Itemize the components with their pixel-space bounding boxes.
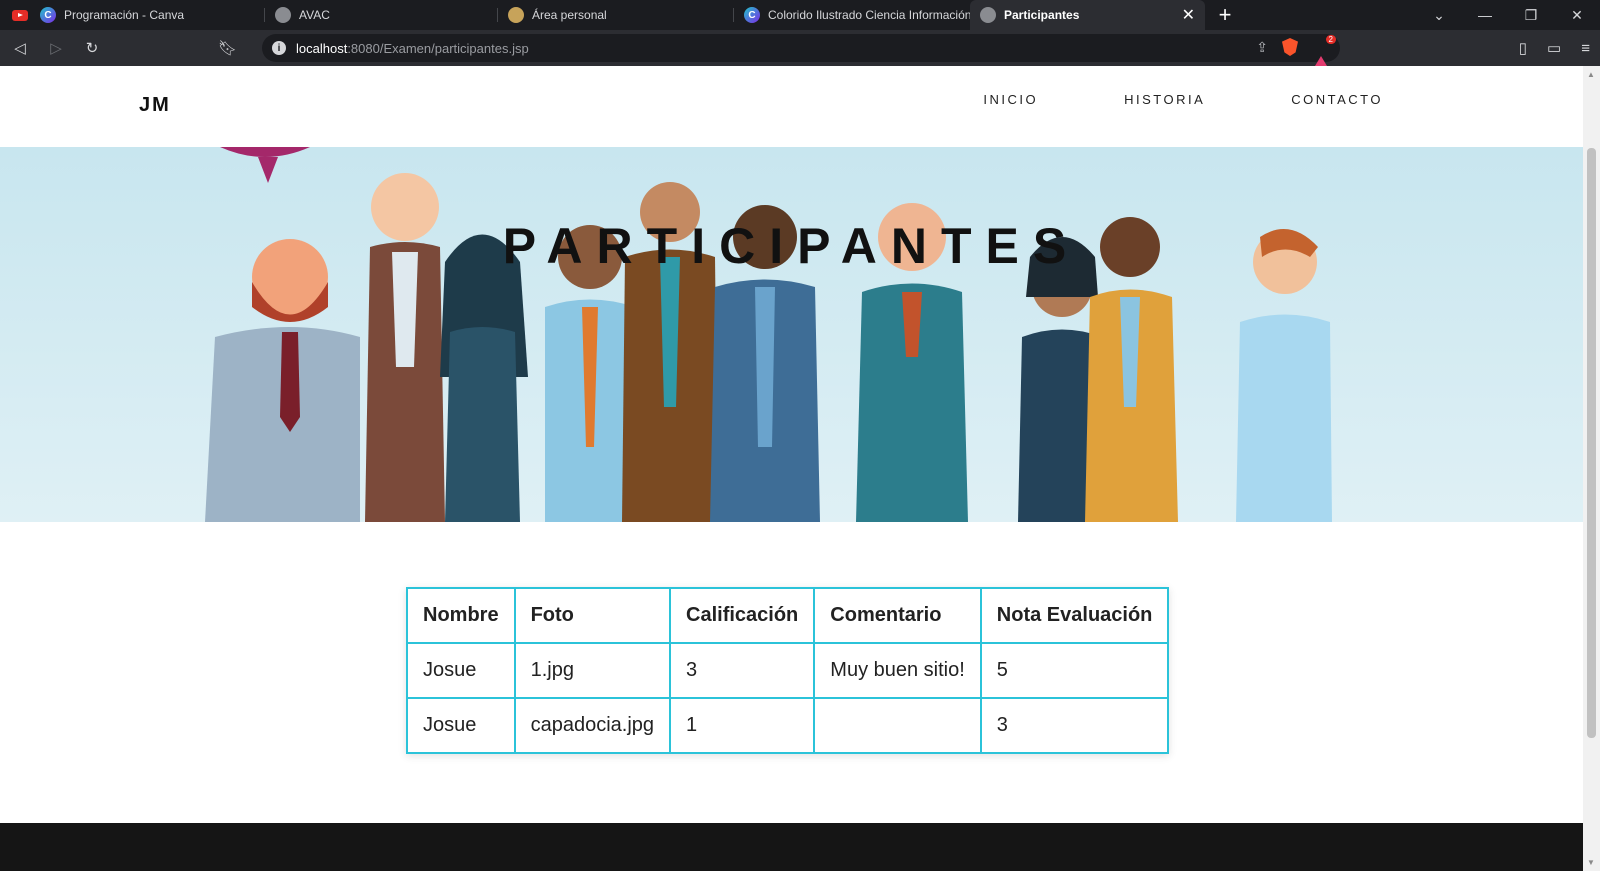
brave-rewards-icon[interactable]: 2 [1312, 35, 1336, 71]
site-footer [0, 823, 1583, 871]
participants-table: Nombre Foto Calificación Comentario Nota… [406, 587, 1170, 754]
table-row: Josue capadocia.jpg 1 3 [406, 697, 1170, 754]
close-window-icon[interactable]: ✕ [1554, 7, 1600, 24]
share-icon[interactable]: ⇪ [1256, 39, 1268, 56]
scrollbar-thumb[interactable] [1587, 148, 1596, 738]
table-row: Josue 1.jpg 3 Muy buen sitio! 5 [406, 642, 1170, 699]
url-host: localhost [296, 40, 348, 56]
column-header-comentario: Comentario [813, 587, 982, 644]
page-scrollbar[interactable]: ▲ ▼ [1583, 66, 1600, 871]
new-tab-button[interactable]: + [1205, 0, 1245, 30]
tab-title: AVAC [299, 8, 330, 22]
nav-contacto[interactable]: CONTACTO [1291, 92, 1383, 107]
tab-title: Programación - Canva [64, 8, 185, 22]
url-actions: ⇪ 2 [1256, 35, 1336, 71]
column-header-calificacion: Calificación [669, 587, 816, 644]
minimize-icon[interactable]: — [1462, 7, 1508, 23]
page-title: PARTICIPANTES [502, 218, 1081, 274]
site-header: JM INICIO HISTORIA CONTACTO [0, 66, 1583, 147]
cell-nombre: Josue [406, 642, 516, 699]
table-header-row: Nombre Foto Calificación Comentario Nota… [406, 587, 1170, 644]
cell-calificacion: 1 [669, 697, 816, 754]
tab-strip: C Programación - Canva AVAC Área persona… [0, 0, 1245, 30]
youtube-pinned-tab[interactable] [10, 0, 30, 30]
person-3 [440, 234, 528, 522]
tab-avac[interactable]: AVAC [265, 0, 498, 30]
globe-icon [275, 7, 291, 23]
tab-title: Área personal [532, 8, 607, 22]
cell-nota-evaluacion: 3 [979, 697, 1170, 754]
rewards-badge: 2 [1325, 35, 1336, 44]
tab-title: Colorido Ilustrado Ciencia Información [768, 8, 970, 22]
canva-icon: C [744, 7, 760, 23]
scroll-up-icon[interactable]: ▲ [1587, 70, 1595, 79]
scroll-down-icon[interactable]: ▼ [1587, 858, 1595, 867]
column-header-nota-evaluacion: Nota Evaluación [979, 587, 1170, 644]
tab-participantes[interactable]: Participantes ✕ [970, 0, 1205, 30]
reload-icon[interactable]: ↻ [76, 32, 108, 64]
wallet-icon[interactable]: ▭ [1547, 39, 1561, 57]
cell-foto: 1.jpg [513, 642, 672, 699]
site-logo[interactable]: JM [139, 94, 171, 117]
moodle-icon [508, 7, 524, 23]
cell-comentario [813, 697, 982, 754]
url-path: :8080/Examen/participantes.jsp [347, 40, 529, 56]
tab-programacion-canva[interactable]: C Programación - Canva [30, 0, 265, 30]
browser-tab-bar: C Programación - Canva AVAC Área persona… [0, 0, 1600, 30]
canva-icon: C [40, 7, 56, 23]
page-viewport: JM INICIO HISTORIA CONTACTO PARTICIPANTE… [0, 66, 1583, 871]
youtube-icon [12, 9, 28, 21]
cell-nombre: Josue [406, 697, 516, 754]
cell-foto: capadocia.jpg [513, 697, 672, 754]
tab-area-personal[interactable]: Área personal [498, 0, 734, 30]
site-info-icon[interactable]: i [272, 41, 286, 55]
forward-icon[interactable]: ▷ [40, 32, 72, 64]
address-toolbar: ◁ ▷ ↻ 🔖︎ i localhost :8080/Examen/partic… [0, 30, 1600, 71]
tab-search-icon[interactable]: ⌄ [1416, 7, 1462, 24]
cell-comentario: Muy buen sitio! [813, 642, 982, 699]
url-field[interactable]: i localhost :8080/Examen/participantes.j… [262, 34, 1340, 71]
column-header-nombre: Nombre [406, 587, 516, 644]
column-header-foto: Foto [513, 587, 672, 644]
close-tab-icon[interactable]: ✕ [1182, 5, 1195, 25]
sidebar-icon[interactable]: ▯ [1519, 39, 1527, 57]
tab-title: Participantes [1004, 8, 1080, 22]
menu-icon[interactable]: ≡ [1581, 40, 1590, 57]
people-illustration [205, 147, 1332, 522]
cell-nota-evaluacion: 5 [979, 642, 1170, 699]
brave-shields-icon[interactable] [1282, 38, 1298, 56]
nav-inicio[interactable]: INICIO [983, 92, 1038, 107]
tab-colorido-ilustrado[interactable]: C Colorido Ilustrado Ciencia Información [734, 0, 970, 30]
window-controls: ⌄ — ❐ ✕ [1416, 0, 1600, 30]
toolbar-right: ▯ ▭ ≡ [1519, 30, 1590, 66]
globe-icon [980, 7, 996, 23]
restore-icon[interactable]: ❐ [1508, 7, 1554, 24]
bookmark-icon[interactable]: 🔖︎ [218, 39, 237, 57]
site-nav: INICIO HISTORIA CONTACTO [897, 92, 1383, 107]
hero-banner: PARTICIPANTES [0, 147, 1583, 522]
cell-calificacion: 3 [669, 642, 816, 699]
nav-historia[interactable]: HISTORIA [1124, 92, 1205, 107]
back-icon[interactable]: ◁ [4, 32, 36, 64]
participants-table-wrapper: Nombre Foto Calificación Comentario Nota… [406, 587, 1170, 754]
person-1 [205, 239, 360, 522]
